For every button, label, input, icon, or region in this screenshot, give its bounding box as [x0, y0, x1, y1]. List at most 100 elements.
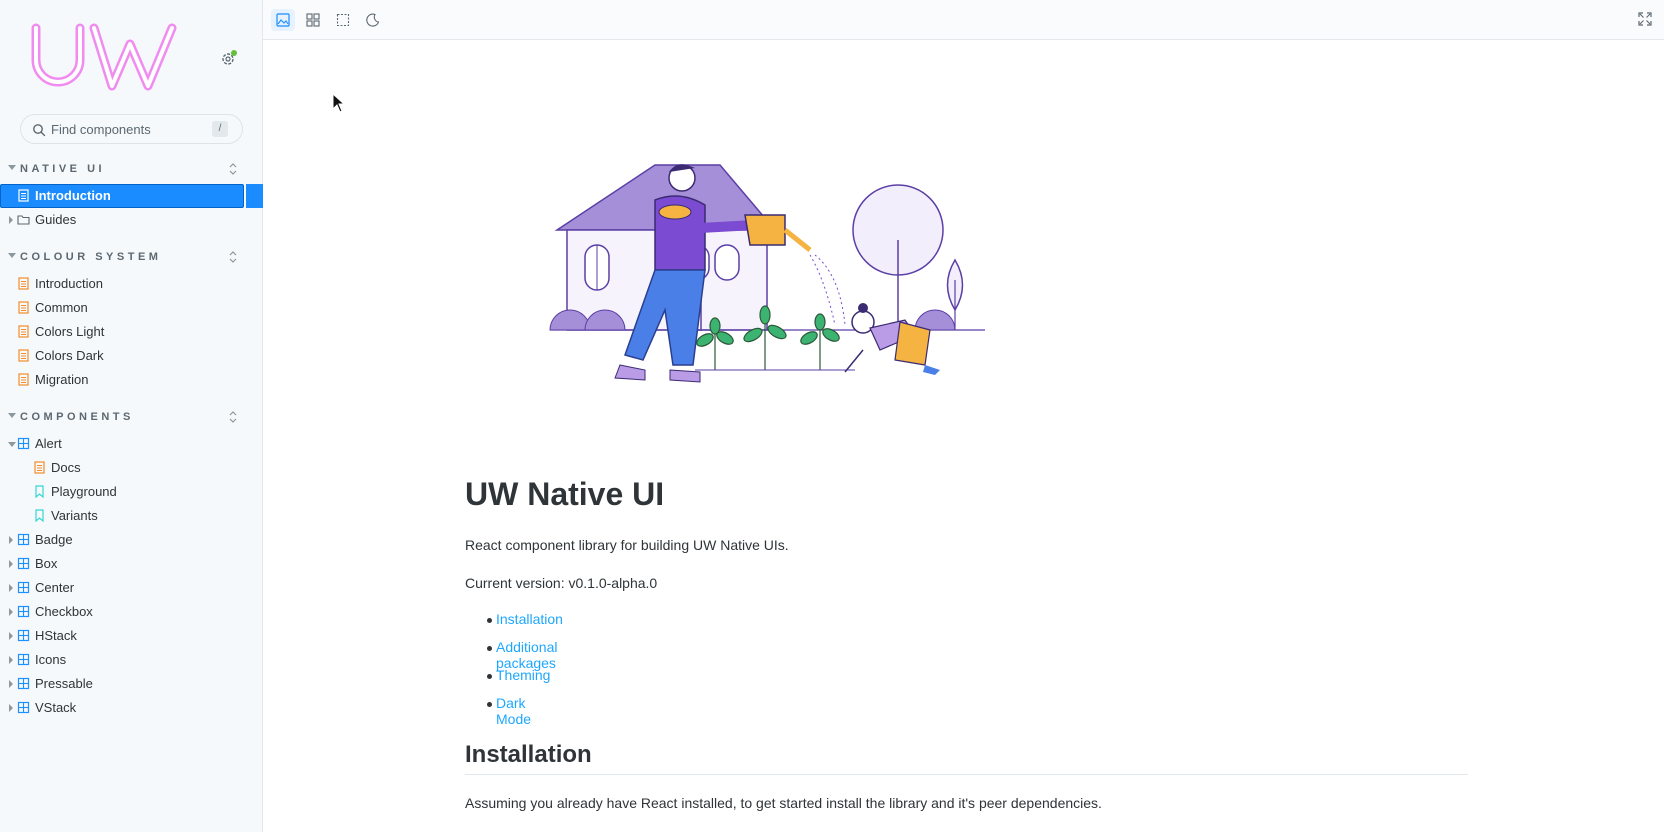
sidebar-item-label: Introduction	[35, 276, 103, 291]
hero-illustration	[549, 164, 985, 383]
outline-icon[interactable]	[331, 9, 355, 31]
chevron-right-icon	[9, 608, 13, 616]
chevron-down-icon	[8, 413, 16, 418]
sidebar-item-component[interactable]: Box	[0, 552, 263, 576]
sidebar-item-label: Docs	[51, 460, 81, 475]
document-icon	[18, 301, 29, 314]
moon-icon[interactable]	[361, 9, 385, 31]
sidebar-item-alert-child[interactable]: Variants	[0, 504, 263, 528]
document-icon	[18, 373, 29, 386]
component-icon	[17, 557, 30, 570]
section-native-ui[interactable]: NATIVE UI	[0, 160, 263, 180]
selection-highlight-edge	[246, 184, 263, 208]
sidebar-item-label: Migration	[35, 372, 89, 387]
component-icon	[17, 653, 30, 666]
sidebar-item-label: Colors Dark	[35, 348, 104, 363]
section-colour-system[interactable]: COLOUR SYSTEM	[0, 248, 263, 268]
document-icon	[18, 189, 29, 202]
version-text: Current version: v0.1.0-alpha.0	[465, 575, 658, 591]
toolbar	[263, 0, 1664, 40]
section-components[interactable]: COMPONENTS	[0, 408, 263, 428]
component-icon	[17, 581, 30, 594]
component-icon	[17, 605, 30, 618]
installation-text: Assuming you already have React installe…	[465, 795, 1102, 811]
sidebar-item-label: Center	[35, 580, 75, 595]
sidebar-item-label: Colors Light	[35, 324, 105, 339]
sidebar-item-colour-1[interactable]: Common	[0, 296, 263, 320]
document-icon	[18, 277, 29, 290]
sidebar-item-colour-4[interactable]: Migration	[0, 368, 263, 392]
sidebar-item-label: Alert	[35, 436, 62, 451]
bullet	[487, 646, 492, 651]
component-icon	[17, 677, 30, 690]
sidebar-item-label: Guides	[35, 212, 77, 227]
sidebar-item-component[interactable]: Icons	[0, 648, 263, 672]
toc-link-installation[interactable]: Installation	[496, 611, 563, 627]
sidebar-item-label: Box	[35, 556, 58, 571]
sidebar-item-label: Pressable	[35, 676, 93, 691]
sidebar-item-alert[interactable]: Alert	[0, 432, 263, 456]
sidebar-item-label: Badge	[35, 532, 73, 547]
chevron-right-icon	[9, 584, 13, 592]
section-label: COMPONENTS	[20, 411, 134, 423]
sidebar-item-colour-0[interactable]: Introduction	[0, 272, 263, 296]
sidebar-item-component[interactable]: Center	[0, 576, 263, 600]
chevron-right-icon	[9, 704, 13, 712]
toc-link-dark-mode[interactable]: Dark Mode	[496, 695, 531, 727]
sidebar-item-colour-2[interactable]: Colors Light	[0, 320, 263, 344]
sidebar-item-component[interactable]: Pressable	[0, 672, 263, 696]
search-shortcut: /	[212, 121, 228, 137]
sidebar-item-component[interactable]: Badge	[0, 528, 263, 552]
sidebar-item-label: Common	[35, 300, 88, 315]
sidebar-item-label: Variants	[51, 508, 98, 523]
document-icon	[34, 461, 45, 474]
sidebar-item-introduction[interactable]: Introduction	[0, 184, 263, 208]
search-icon	[33, 124, 46, 137]
chevron-right-icon	[9, 536, 13, 544]
component-icon	[17, 437, 30, 450]
folder-icon	[17, 215, 30, 225]
sidebar-item-alert-child[interactable]: Docs	[0, 456, 263, 480]
document-icon	[18, 325, 29, 338]
sidebar-item-label: VStack	[35, 700, 77, 715]
component-icon	[17, 701, 30, 714]
search-field[interactable]: Find components /	[20, 114, 243, 144]
sidebar-item-label: Introduction	[35, 188, 111, 203]
sidebar-item-component[interactable]: Checkbox	[0, 600, 263, 624]
page-description: React component library for building UW …	[465, 537, 789, 553]
section-heading-installation: Installation	[465, 741, 592, 768]
sidebar-item-guides[interactable]: Guides	[0, 208, 263, 232]
expand-collapse-icon[interactable]	[228, 410, 238, 424]
bullet	[487, 702, 492, 707]
fullscreen-icon[interactable]	[1638, 12, 1652, 26]
bullet	[487, 674, 492, 679]
grid-icon[interactable]	[301, 9, 325, 31]
sidebar-item-colour-3[interactable]: Colors Dark	[0, 344, 263, 368]
expand-collapse-icon[interactable]	[228, 162, 238, 176]
chevron-right-icon	[9, 632, 13, 640]
section-label: NATIVE UI	[20, 163, 106, 175]
mouse-cursor-icon	[332, 93, 346, 113]
uw-logo	[31, 23, 177, 91]
chevron-down-icon	[8, 442, 16, 447]
sidebar-item-component[interactable]: VStack	[0, 696, 263, 720]
page-title: UW Native UI	[465, 476, 665, 512]
component-icon	[17, 533, 30, 546]
sidebar-item-alert-child[interactable]: Playground	[0, 480, 263, 504]
sidebar-item-label: HStack	[35, 628, 77, 643]
search-input[interactable]: Find components	[51, 122, 151, 137]
settings-icon[interactable]	[220, 49, 238, 67]
sidebar-item-label: Checkbox	[35, 604, 93, 619]
sidebar: Find components / NATIVE UI Introduction…	[0, 0, 263, 832]
document-icon	[18, 349, 29, 362]
image-icon[interactable]	[271, 9, 295, 31]
expand-collapse-icon[interactable]	[228, 250, 238, 264]
chevron-right-icon	[9, 680, 13, 688]
chevron-right-icon	[9, 560, 13, 568]
bullet	[487, 618, 492, 623]
divider	[465, 774, 1468, 775]
chevron-right-icon	[9, 216, 13, 224]
toc-link-theming[interactable]: Theming	[496, 667, 550, 683]
sidebar-item-component[interactable]: HStack	[0, 624, 263, 648]
sidebar-item-label: Playground	[51, 484, 117, 499]
